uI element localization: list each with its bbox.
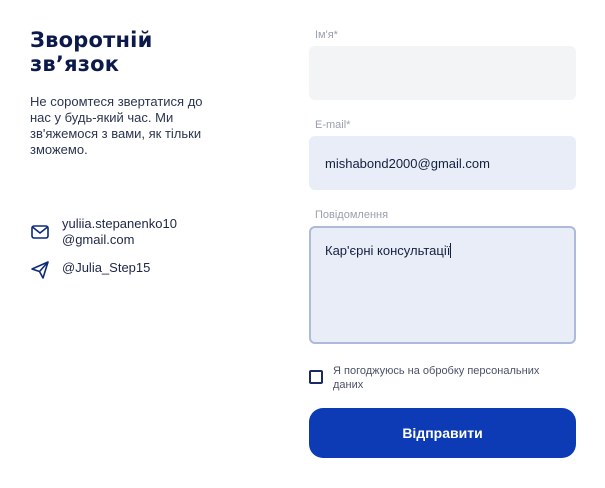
mail-icon (31, 225, 49, 239)
page-title: Зворотній зв’язок (30, 28, 260, 76)
name-field[interactable] (309, 46, 576, 100)
message-label: Повідомлення (315, 209, 389, 221)
consent-row: Я погоджуюсь на обробку персональних дан… (309, 364, 568, 392)
email-line-2: @gmail.com (62, 232, 135, 247)
email-field[interactable]: mishabond2000@gmail.com (309, 136, 576, 190)
send-icon (31, 261, 49, 279)
contact-telegram-text: @Julia_Step15 (62, 260, 151, 275)
consent-checkbox[interactable] (309, 370, 323, 384)
title-line-1: Зворотній (30, 28, 153, 52)
email-label: E-mail* (315, 119, 351, 131)
message-field[interactable]: Кар'єрні консультації (309, 226, 576, 344)
title-line-2: зв’язок (30, 52, 120, 76)
text-caret (450, 243, 452, 258)
intro-text: Не соромтеся звертатися до нас у будь-як… (30, 94, 203, 157)
message-text: Кар'єрні консультації (325, 243, 451, 258)
email-line-1: yuliia.stepanenko10 (62, 216, 177, 231)
name-label: Ім'я* (315, 29, 338, 41)
contact-email-text: yuliia.stepanenko10 @gmail.com (62, 216, 222, 248)
submit-button[interactable]: Відправити (309, 408, 576, 458)
contact-telegram[interactable]: @Julia_Step15 (30, 260, 222, 280)
contact-email[interactable]: yuliia.stepanenko10 @gmail.com (30, 216, 222, 248)
consent-label[interactable]: Я погоджуюсь на обробку персональних дан… (333, 364, 568, 392)
contact-list: yuliia.stepanenko10 @gmail.com @Julia_St… (30, 216, 222, 292)
contact-page: Зворотній зв’язок Не соромтеся звертатис… (0, 0, 605, 488)
contact-intro: Зворотній зв’язок Не соромтеся звертатис… (30, 28, 260, 158)
